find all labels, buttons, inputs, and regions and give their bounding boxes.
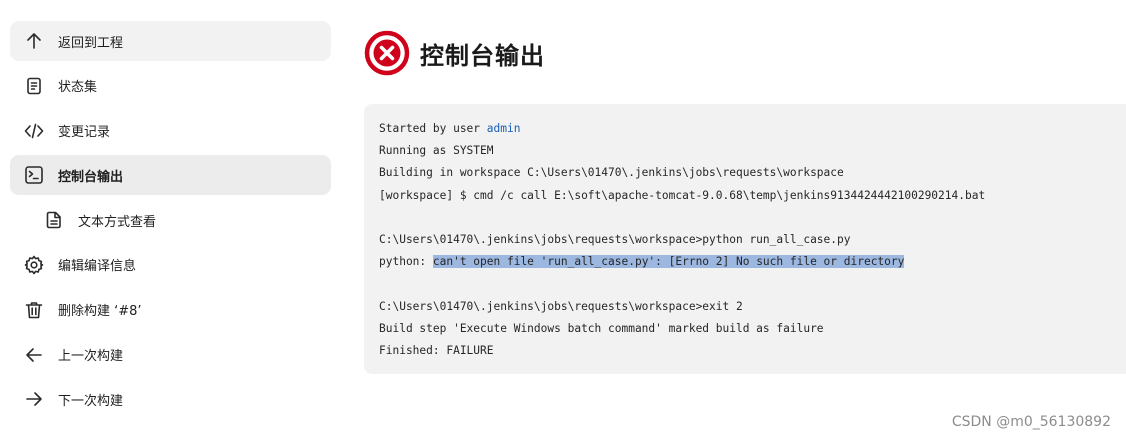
sidebar-item-back-to-project[interactable]: 返回到工程 [10, 21, 331, 61]
console-text: python: [379, 255, 433, 269]
failure-icon [364, 30, 410, 76]
sidebar-item-label: 返回到工程 [58, 35, 124, 51]
page-title: 控制台输出 [420, 41, 545, 70]
console-line: Building in workspace C:\Users\01470\.je… [379, 166, 844, 180]
console-line: [workspace] $ cmd /c call E:\soft\apache… [379, 188, 986, 202]
sidebar-item-label: 状态集 [58, 80, 98, 96]
sidebar-item-label: 删除构建 ‘#8’ [58, 304, 142, 320]
trash-icon [24, 300, 44, 320]
terminal-icon [24, 165, 44, 185]
sidebar-item-label: 编辑编译信息 [58, 259, 137, 275]
sidebar-item-view-as-text[interactable]: 文本方式查看 [10, 200, 331, 240]
sidebar-item-status[interactable]: 状态集 [10, 66, 331, 106]
user-link[interactable]: admin [487, 122, 521, 135]
sidebar-item-next-build[interactable]: 下一次构建 [10, 379, 331, 419]
sidebar-item-changes[interactable]: 变更记录 [10, 111, 331, 151]
sidebar-item-edit-build-info[interactable]: 编辑编译信息 [10, 245, 331, 285]
console-line-started: Started by user admin [379, 118, 1126, 140]
sidebar-item-previous-build[interactable]: 上一次构建 [10, 335, 331, 375]
arrow-left-icon [24, 345, 44, 365]
console-line: Build step 'Execute Windows batch comman… [379, 321, 824, 335]
console-line: Finished: FAILURE [379, 343, 494, 357]
arrow-up-icon [24, 31, 44, 51]
sidebar-item-console-output[interactable]: 控制台输出 [10, 155, 331, 196]
sidebar-item-label: 文本方式查看 [78, 214, 157, 230]
sidebar-item-delete-build[interactable]: 删除构建 ‘#8’ [10, 290, 331, 330]
sidebar-item-label: 控制台输出 [58, 169, 124, 185]
console-line-error: python: can't open file 'run_all_case.py… [379, 251, 1126, 273]
sidebar-item-label: 上一次构建 [58, 349, 124, 365]
page: 返回到工程 状态集 变更记录 控制台输出 文本方式查看 编辑编译信息 删除构建 … [0, 0, 1126, 443]
document-icon [24, 76, 44, 96]
selected-error-text: can't open file 'run_all_case.py': [Errn… [432, 255, 905, 269]
watermark: CSDN @m0_56130892 [951, 414, 1111, 430]
file-icon [44, 210, 64, 230]
gear-icon [24, 255, 44, 275]
console-line: Running as SYSTEM [379, 144, 494, 158]
sidebar-item-label: 下一次构建 [58, 393, 124, 409]
console-line: C:\Users\01470\.jenkins\jobs\requests\wo… [379, 232, 851, 246]
console-text: Started by user [379, 122, 487, 135]
arrow-right-icon [24, 389, 44, 409]
console-output[interactable]: Started by user admin Running as SYSTEM … [364, 104, 1126, 374]
console-line: C:\Users\01470\.jenkins\jobs\requests\wo… [379, 299, 743, 313]
sidebar-item-label: 变更记录 [58, 125, 111, 141]
code-icon [24, 121, 44, 141]
page-header: 控制台输出 [364, 30, 545, 76]
sidebar: 返回到工程 状态集 变更记录 控制台输出 文本方式查看 编辑编译信息 删除构建 … [10, 21, 331, 424]
